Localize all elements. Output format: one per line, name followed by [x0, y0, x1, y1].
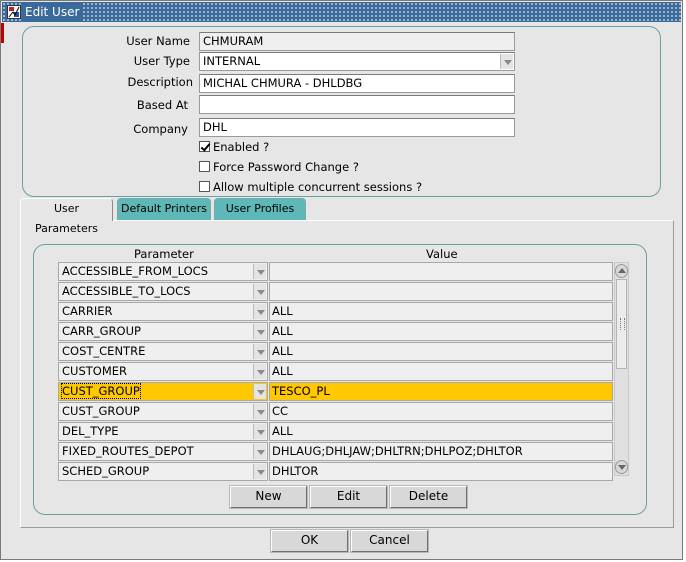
ok-button[interactable]: OK: [271, 530, 348, 552]
user-type-select[interactable]: INTERNAL: [199, 52, 515, 71]
chevron-down-icon[interactable]: [500, 54, 513, 69]
table-row[interactable]: DEL_TYPE ALL: [58, 422, 613, 441]
scroll-down-icon[interactable]: [615, 460, 628, 474]
new-button[interactable]: New: [230, 486, 307, 508]
description-label: Description: [127, 75, 194, 89]
chevron-down-icon[interactable]: [253, 424, 266, 439]
window-title: Edit User: [23, 3, 84, 21]
table-row[interactable]: CARR_GROUP ALL: [58, 322, 613, 341]
user-name-label: User Name: [126, 34, 190, 48]
parameter-cell[interactable]: CUST_GROUP: [58, 382, 268, 401]
chevron-down-icon[interactable]: [253, 324, 266, 339]
tab-default-printers[interactable]: Default Printers: [117, 198, 211, 220]
table-row[interactable]: COST_CENTRE ALL: [58, 342, 613, 361]
table-row[interactable]: ACCESSIBLE_FROM_LOCS: [58, 262, 613, 281]
edit-user-window: Edit User User Name CHMURAM User Type IN…: [0, 0, 683, 560]
parameter-name: CUST_GROUP: [62, 404, 140, 418]
description-field[interactable]: MICHAL CHMURA - DHLDBG: [199, 74, 515, 93]
parameter-name: DEL_TYPE: [62, 424, 119, 438]
value-cell[interactable]: [269, 262, 613, 281]
value-cell[interactable]: ALL: [269, 342, 613, 361]
parameter-name: SCHED_GROUP: [62, 464, 150, 478]
value-cell[interactable]: CC: [269, 402, 613, 421]
chevron-down-icon[interactable]: [253, 364, 266, 379]
force-password-checkbox[interactable]: [199, 161, 210, 172]
table-row[interactable]: CUST_GROUP CC: [58, 402, 613, 421]
value-cell[interactable]: ALL: [269, 422, 613, 441]
company-label: Company: [133, 122, 188, 136]
parameter-cell[interactable]: ACCESSIBLE_FROM_LOCS: [58, 262, 268, 281]
value-cell[interactable]: ALL: [269, 322, 613, 341]
parameter-column-header: Parameter: [134, 247, 194, 261]
company-field[interactable]: DHL: [199, 118, 515, 137]
chevron-down-icon[interactable]: [253, 344, 266, 359]
title-bar[interactable]: Edit User: [2, 2, 681, 22]
table-row[interactable]: SCHED_GROUP DHLTOR: [58, 462, 613, 481]
chevron-down-icon[interactable]: [253, 384, 266, 399]
multi-session-checkbox[interactable]: [199, 181, 210, 192]
value-cell[interactable]: TESCO_PL: [269, 382, 613, 401]
chevron-down-icon[interactable]: [253, 284, 266, 299]
enabled-checkbox-row[interactable]: Enabled ?: [199, 139, 269, 155]
table-row[interactable]: ACCESSIBLE_TO_LOCS: [58, 282, 613, 301]
based-at-field[interactable]: [199, 95, 515, 114]
parameter-cell[interactable]: CARRIER: [58, 302, 268, 321]
parameter-name: CUST_GROUP: [61, 383, 141, 399]
parameter-name: FIXED_ROUTES_DEPOT: [62, 444, 194, 458]
enabled-label: Enabled ?: [213, 140, 270, 154]
chevron-down-icon[interactable]: [253, 264, 266, 279]
background-edge: [1, 23, 4, 43]
chevron-down-icon[interactable]: [253, 304, 266, 319]
parameter-name: ACCESSIBLE_TO_LOCS: [62, 284, 191, 298]
parameter-cell[interactable]: ACCESSIBLE_TO_LOCS: [58, 282, 268, 301]
cancel-button[interactable]: Cancel: [351, 530, 428, 552]
enabled-checkbox[interactable]: [199, 141, 210, 152]
parameter-name: CARRIER: [62, 304, 113, 318]
chevron-down-icon[interactable]: [253, 464, 266, 479]
parameter-cell[interactable]: COST_CENTRE: [58, 342, 268, 361]
parameter-name: COST_CENTRE: [62, 344, 146, 358]
multi-session-label: Allow multiple concurrent sessions ?: [213, 180, 423, 194]
tab-user-parameters[interactable]: User Parameters: [20, 198, 113, 235]
multi-session-row[interactable]: Allow multiple concurrent sessions ?: [199, 179, 422, 195]
tab-user-profiles[interactable]: User Profiles: [214, 198, 306, 220]
scroll-thumb[interactable]: [616, 279, 627, 369]
user-name-field[interactable]: CHMURAM: [199, 32, 515, 51]
scroll-up-icon[interactable]: [615, 264, 628, 278]
app-icon: [7, 5, 21, 19]
vertical-scrollbar[interactable]: [614, 262, 629, 476]
force-password-row[interactable]: Force Password Change ?: [199, 159, 359, 175]
parameter-cell[interactable]: CARR_GROUP: [58, 322, 268, 341]
table-row[interactable]: FIXED_ROUTES_DEPOT DHLAUG;DHLJAW;DHLTRN;D…: [58, 442, 613, 461]
parameter-cell[interactable]: CUST_GROUP: [58, 402, 268, 421]
value-column-header: Value: [426, 247, 458, 261]
parameter-cell[interactable]: FIXED_ROUTES_DEPOT: [58, 442, 268, 461]
table-row[interactable]: CARRIER ALL: [58, 302, 613, 321]
user-type-label: User Type: [133, 54, 190, 68]
parameter-cell[interactable]: DEL_TYPE: [58, 422, 268, 441]
table-row[interactable]: CUSTOMER ALL: [58, 362, 613, 381]
table-row[interactable]: CUST_GROUP TESCO_PL: [58, 382, 613, 401]
value-cell[interactable]: [269, 282, 613, 301]
value-cell[interactable]: DHLAUG;DHLJAW;DHLTRN;DHLPOZ;DHLTOR: [269, 442, 613, 461]
value-cell[interactable]: ALL: [269, 302, 613, 321]
parameter-name: ACCESSIBLE_FROM_LOCS: [62, 264, 209, 278]
chevron-down-icon[interactable]: [253, 404, 266, 419]
value-cell[interactable]: ALL: [269, 362, 613, 381]
parameter-cell[interactable]: CUSTOMER: [58, 362, 268, 381]
chevron-down-icon[interactable]: [253, 444, 266, 459]
parameter-cell[interactable]: SCHED_GROUP: [58, 462, 268, 481]
based-at-label: Based At: [136, 98, 188, 112]
value-cell[interactable]: DHLTOR: [269, 462, 613, 481]
edit-button[interactable]: Edit: [310, 486, 387, 508]
parameter-name: CUSTOMER: [62, 364, 128, 378]
delete-button[interactable]: Delete: [390, 486, 467, 508]
force-password-label: Force Password Change ?: [213, 160, 359, 174]
user-type-value: INTERNAL: [203, 54, 261, 68]
parameter-name: CARR_GROUP: [62, 324, 141, 338]
